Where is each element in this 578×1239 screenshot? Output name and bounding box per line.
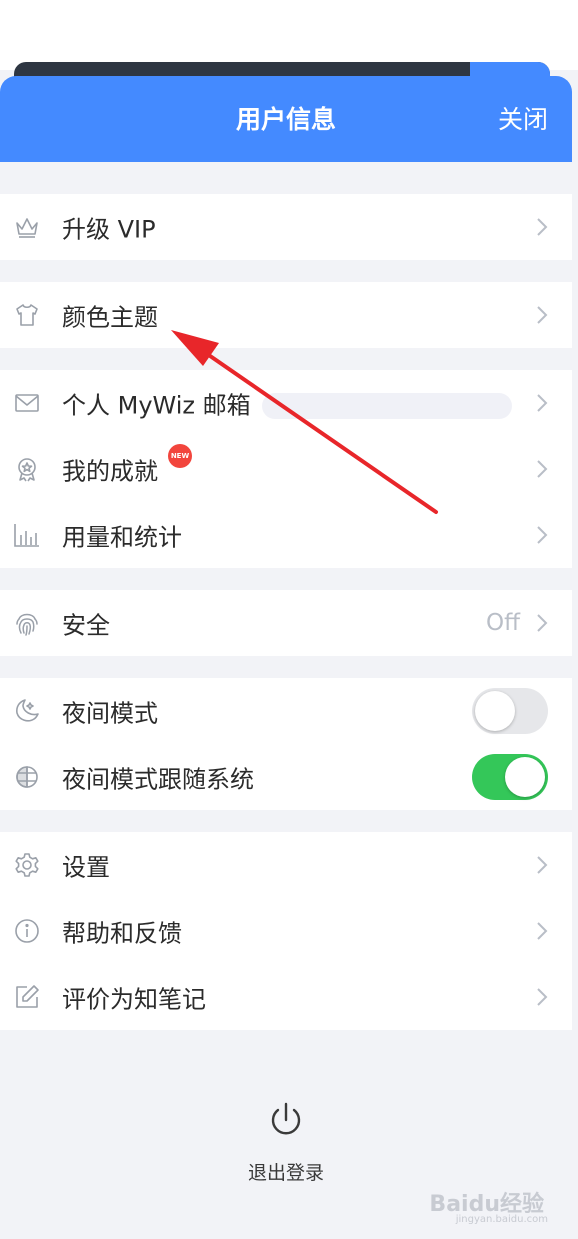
tshirt-icon [13,301,41,329]
menu-item-night-mode: 夜间模式 [0,678,572,744]
security-status-value: Off [486,610,520,636]
bar-chart-icon [13,521,41,549]
chevron-right-icon [536,613,548,633]
menu-item-label: 夜间模式 [62,699,158,728]
edit-icon [13,983,41,1011]
chevron-right-icon [536,459,548,479]
menu-item-label: 我的成就 [62,457,158,486]
logout-label: 退出登录 [247,1162,324,1184]
menu-item-label: 设置 [62,853,110,882]
globe-icon [13,763,41,791]
menu-item-label: 帮助和反馈 [62,919,182,948]
power-icon [266,1100,306,1140]
night-mode-toggle[interactable] [472,688,548,734]
menu-item-achievements[interactable]: 我的成就 NEW [0,436,572,502]
menu-item-label: 安全 [62,611,110,640]
group-general: 设置 帮助和反馈 评价为知笔记 [0,832,572,1030]
menu-item-settings[interactable]: 设置 [0,832,572,898]
toggle-knob [505,757,545,797]
group-theme: 颜色主题 [0,282,572,348]
menu-item-label: 个人 MyWiz 邮箱 [62,391,251,420]
blurred-email-text [262,393,512,419]
chevron-right-icon [536,217,548,237]
gear-icon [13,851,41,879]
moon-icon [13,697,41,725]
medal-icon [13,455,41,483]
menu-item-label: 升级 VIP [62,215,156,244]
watermark-url: jingyan.baidu.com [455,1214,548,1225]
mail-icon [13,389,41,417]
chevron-right-icon [536,305,548,325]
menu-item-usage-stats[interactable]: 用量和统计 [0,502,572,568]
chevron-right-icon [536,855,548,875]
group-night-mode: 夜间模式 夜间模式跟随系统 [0,678,572,810]
menu-item-security[interactable]: 安全 Off [0,590,572,656]
group-vip: 升级 VIP [0,194,572,260]
new-badge: NEW [168,444,192,468]
page-title: 用户信息 [235,105,336,134]
menu-item-label: 用量和统计 [62,523,182,552]
menu-item-color-theme[interactable]: 颜色主题 [0,282,572,348]
follow-system-toggle[interactable] [472,754,548,800]
chevron-right-icon [536,525,548,545]
menu-item-night-mode-follow-system: 夜间模式跟随系统 [0,744,572,810]
fingerprint-icon [13,609,41,637]
chevron-right-icon [536,921,548,941]
group-security: 安全 Off [0,590,572,656]
chevron-right-icon [536,393,548,413]
info-icon [13,917,41,945]
toggle-knob [475,691,515,731]
menu-item-label: 评价为知笔记 [62,985,206,1014]
logout-button[interactable]: 退出登录 [0,1100,572,1185]
menu-item-rate-app[interactable]: 评价为知笔记 [0,964,572,1030]
crown-icon [13,213,41,241]
menu-item-upgrade-vip[interactable]: 升级 VIP [0,194,572,260]
menu-item-label: 夜间模式跟随系统 [62,765,254,794]
status-area [0,0,578,70]
close-button[interactable]: 关闭 [498,100,548,136]
menu-item-help-feedback[interactable]: 帮助和反馈 [0,898,572,964]
menu-item-label: 颜色主题 [62,303,158,332]
header-bar: 用户信息 关闭 [0,76,572,162]
chevron-right-icon [536,987,548,1007]
